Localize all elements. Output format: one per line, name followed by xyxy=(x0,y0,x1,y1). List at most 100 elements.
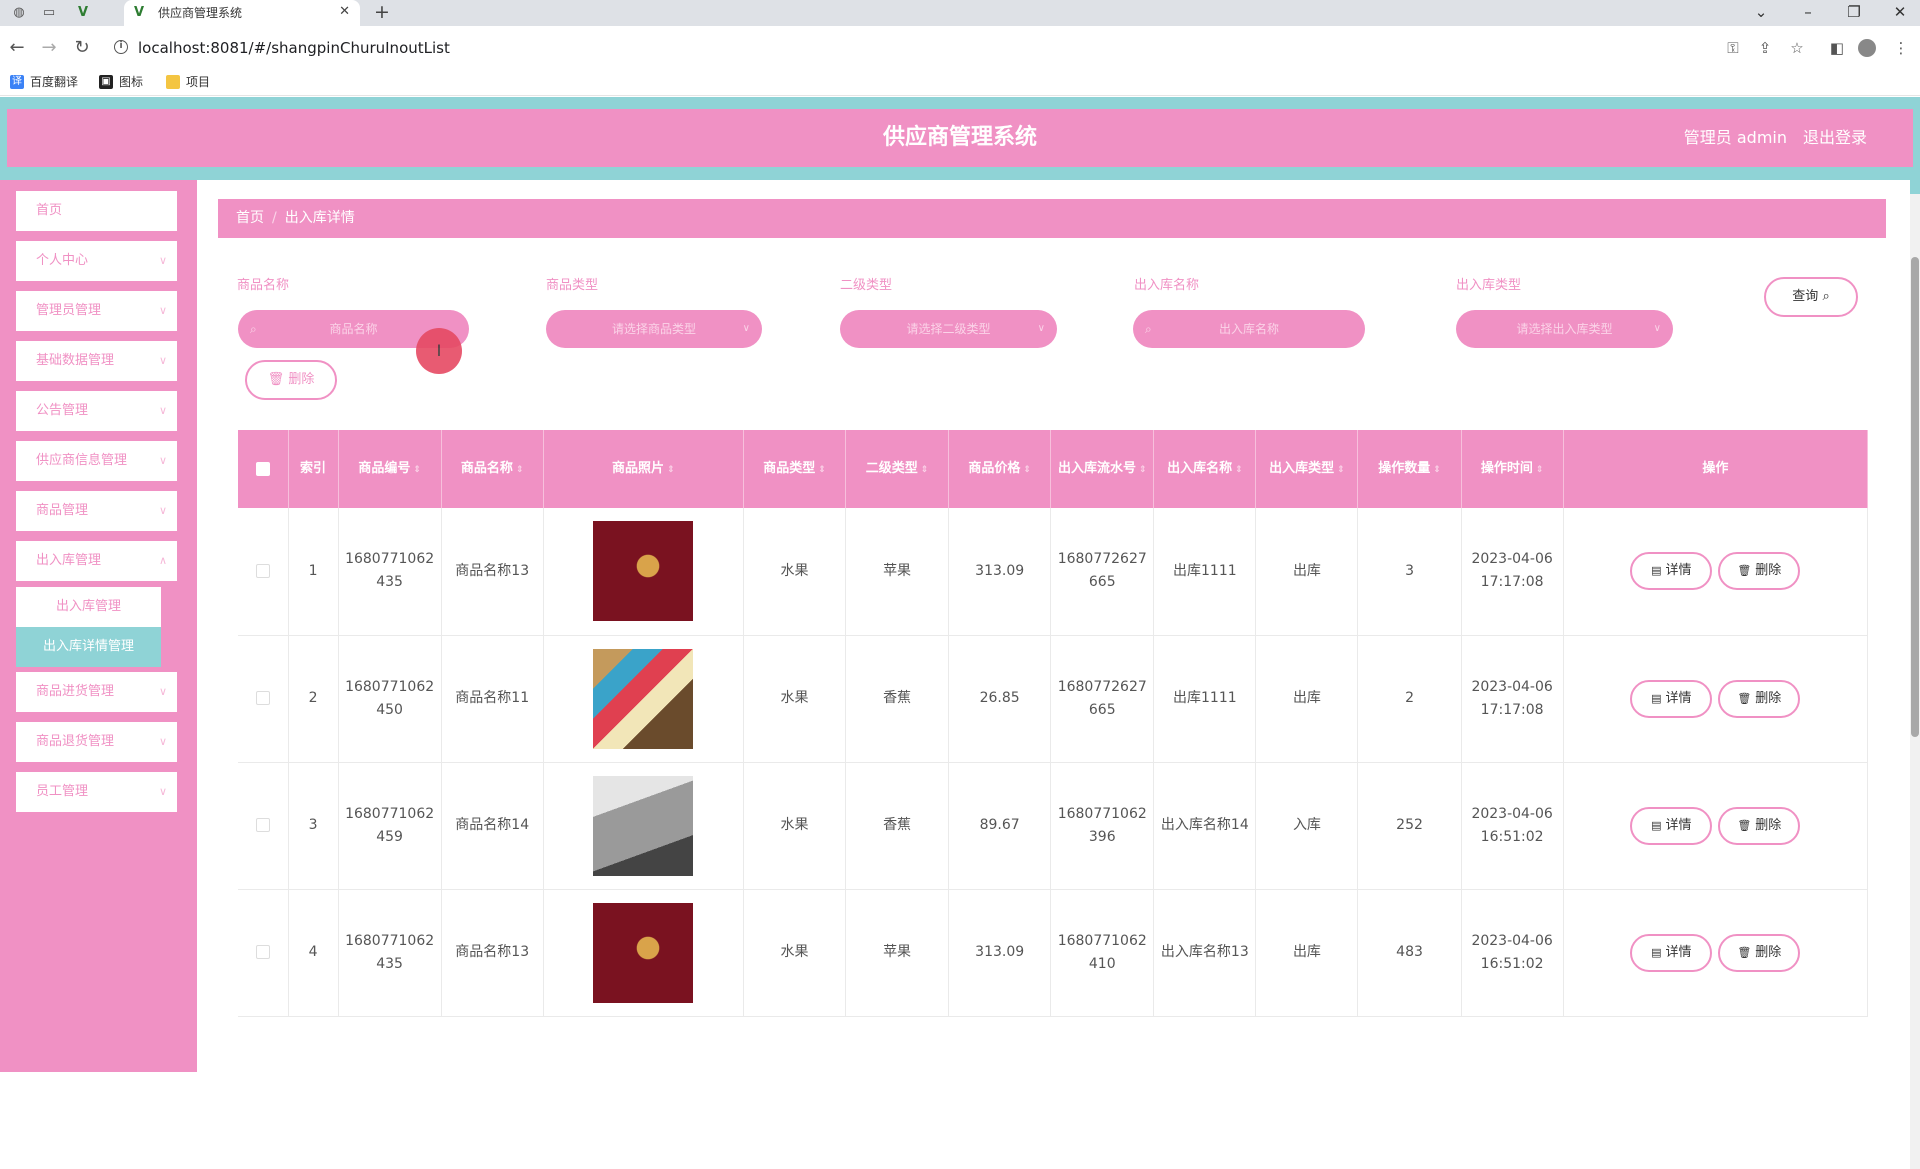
sidebar-item-purchase[interactable]: 商品进货管理 ∨ xyxy=(16,672,177,712)
url-text[interactable]: localhost:8081/#/shangpinChuruInoutList xyxy=(138,38,450,58)
scrollbar-thumb[interactable] xyxy=(1911,257,1919,737)
detail-button[interactable]: ▤ 详情 xyxy=(1630,806,1713,845)
row-checkbox[interactable] xyxy=(255,945,270,959)
select-all-checkbox[interactable] xyxy=(238,430,289,508)
row-checkbox[interactable] xyxy=(255,563,270,578)
vue-icon[interactable]: V xyxy=(74,4,92,22)
goods-photo[interactable] xyxy=(593,902,694,1003)
checkbox[interactable] xyxy=(255,461,270,476)
chevron-down-icon: ∨ xyxy=(158,785,167,798)
detail-button[interactable]: ▤ 详情 xyxy=(1630,679,1713,718)
cell-io-name: 出入库名称14 xyxy=(1153,762,1257,890)
io-type-select[interactable]: 请选择出入库类型 ∨ xyxy=(1456,310,1673,348)
io-name-input[interactable]: ⌕ 出入库名称 xyxy=(1133,310,1365,348)
col-header-sortable[interactable]: 商品编号 ⇕ xyxy=(338,430,442,508)
sort-icon[interactable]: ⇕ xyxy=(921,465,929,475)
detail-button[interactable]: ▤ 详情 xyxy=(1630,552,1713,591)
sidebar-item-label: 商品进货管理 xyxy=(36,684,115,699)
logout-link[interactable]: 退出登录 xyxy=(1803,109,1867,167)
bookmark-project[interactable]: 项目 xyxy=(166,74,210,90)
close-window-icon[interactable]: ✕ xyxy=(1885,2,1915,22)
bookmark-icons[interactable]: ▣ 图标 xyxy=(99,74,143,90)
new-tab-icon[interactable]: + xyxy=(374,2,390,22)
submenu-item-inout-detail[interactable]: 出入库详情管理 xyxy=(16,627,161,667)
menu-icon[interactable]: ⋮ xyxy=(1890,38,1912,58)
goods-photo[interactable] xyxy=(593,521,694,622)
col-header-sortable[interactable]: 商品照片 ⇕ xyxy=(543,430,744,508)
sidebar-item-notice[interactable]: 公告管理 ∨ xyxy=(16,391,177,431)
site-info-icon[interactable]: i xyxy=(114,40,128,54)
sidebar-item-basedata[interactable]: 基础数据管理 ∨ xyxy=(16,341,177,381)
goods-photo[interactable] xyxy=(593,775,694,876)
sort-icon[interactable]: ⇕ xyxy=(1433,465,1441,475)
goods-photo[interactable] xyxy=(593,648,694,749)
batch-delete-button[interactable]: 🗑 删除 xyxy=(245,360,337,400)
col-header-sortable[interactable]: 操作数量 ⇕ xyxy=(1357,430,1462,508)
sort-icon[interactable]: ⇕ xyxy=(667,465,675,475)
sort-icon[interactable]: ⇕ xyxy=(818,465,826,475)
col-header-sortable[interactable]: 商品类型 ⇕ xyxy=(743,430,847,508)
globe-icon[interactable]: ◍ xyxy=(10,4,28,22)
col-header-sortable[interactable]: 二级类型 ⇕ xyxy=(845,430,950,508)
sidebar-item-inout[interactable]: 出入库管理 ∧ xyxy=(16,541,177,581)
select-placeholder: 请选择出入库类型 xyxy=(1516,322,1613,336)
forward-icon[interactable]: → xyxy=(38,38,60,58)
back-icon[interactable]: ← xyxy=(6,38,28,58)
col-header-sortable[interactable]: 出入库类型 ⇕ xyxy=(1255,430,1359,508)
detail-button[interactable]: ▤ 详情 xyxy=(1630,933,1713,972)
cell-photo xyxy=(543,635,744,763)
col-header-sortable[interactable]: 出入库名称 ⇕ xyxy=(1153,430,1257,508)
delete-button[interactable]: 🗑 删除 xyxy=(1718,933,1801,972)
sort-icon[interactable]: ⇕ xyxy=(1536,465,1544,475)
side-panel-icon[interactable]: ◧ xyxy=(1826,38,1848,58)
subtype-select[interactable]: 请选择二级类型 ∨ xyxy=(840,310,1057,348)
chevron-down-icon: ∨ xyxy=(158,504,167,517)
tab-icon[interactable]: ▭ xyxy=(40,4,58,22)
profile-icon[interactable] xyxy=(1858,39,1876,57)
star-icon[interactable]: ☆ xyxy=(1786,38,1808,58)
browser-tab-active[interactable]: V 供应商管理系统 ✕ xyxy=(124,0,360,26)
sidebar-item-personal[interactable]: 个人中心 ∨ xyxy=(16,241,177,281)
chevron-down-icon: ∨ xyxy=(158,404,167,417)
sort-icon[interactable]: ⇕ xyxy=(413,465,421,475)
sort-icon[interactable]: ⇕ xyxy=(1023,465,1031,475)
sidebar-item-staff[interactable]: 员工管理 ∨ xyxy=(16,772,177,812)
bookmark-baidu-translate[interactable]: 译 百度翻译 xyxy=(10,74,78,90)
sidebar-item-goods[interactable]: 商品管理 ∨ xyxy=(16,491,177,531)
delete-button[interactable]: 🗑 删除 xyxy=(1718,679,1801,718)
sort-icon[interactable]: ⇕ xyxy=(1139,465,1147,475)
sidebar-item-label: 供应商信息管理 xyxy=(36,453,128,468)
col-header-sortable[interactable]: 操作时间 ⇕ xyxy=(1461,430,1564,508)
delete-button[interactable]: 🗑 删除 xyxy=(1718,552,1801,591)
breadcrumb-home[interactable]: 首页 xyxy=(236,210,264,226)
cell-time: 2023-04-06 16:51:02 xyxy=(1461,762,1564,890)
sidebar-item-supplier[interactable]: 供应商信息管理 ∨ xyxy=(16,441,177,481)
cell-qty: 2 xyxy=(1357,635,1462,763)
goods-type-select[interactable]: 请选择商品类型 ∨ xyxy=(546,310,762,348)
sort-icon[interactable]: ⇕ xyxy=(516,465,524,475)
filter-label-io-type: 出入库类型 xyxy=(1456,278,1522,293)
col-header-sortable[interactable]: 出入库流水号 ⇕ xyxy=(1050,430,1155,508)
reload-icon[interactable]: ↻ xyxy=(71,38,93,58)
sort-icon[interactable]: ⇕ xyxy=(1337,465,1345,475)
minimize-icon[interactable]: – xyxy=(1793,2,1823,22)
share-icon[interactable]: ⇪ xyxy=(1754,38,1776,58)
sidebar-item-home[interactable]: 首页 xyxy=(16,191,177,231)
close-tab-icon[interactable]: ✕ xyxy=(339,4,350,20)
submenu-item-inout[interactable]: 出入库管理 xyxy=(16,587,161,627)
row-checkbox[interactable] xyxy=(255,691,270,705)
col-header-label: 出入库流水号 xyxy=(1057,460,1136,476)
col-header-sortable[interactable]: 商品价格 ⇕ xyxy=(948,430,1052,508)
col-header-sortable[interactable]: 商品名称 ⇕ xyxy=(441,430,544,508)
sidebar-item-admin[interactable]: 管理员管理 ∨ xyxy=(16,291,177,331)
tab-search-icon[interactable]: ⌄ xyxy=(1746,2,1776,22)
sort-icon[interactable]: ⇕ xyxy=(1235,465,1243,475)
sidebar-item-return[interactable]: 商品退货管理 ∨ xyxy=(16,722,177,762)
query-button[interactable]: 查询 ⌕ xyxy=(1764,277,1858,317)
col-header-label: 商品价格 xyxy=(968,460,1021,476)
key-icon[interactable]: ⚿ xyxy=(1722,38,1744,58)
restore-icon[interactable]: ❐ xyxy=(1839,2,1869,22)
row-checkbox[interactable] xyxy=(255,818,270,832)
delete-button[interactable]: 🗑 删除 xyxy=(1718,806,1801,845)
table-row: 4 1680771062435 商品名称13 水果 苹果 313.09 1680… xyxy=(238,889,1869,1017)
